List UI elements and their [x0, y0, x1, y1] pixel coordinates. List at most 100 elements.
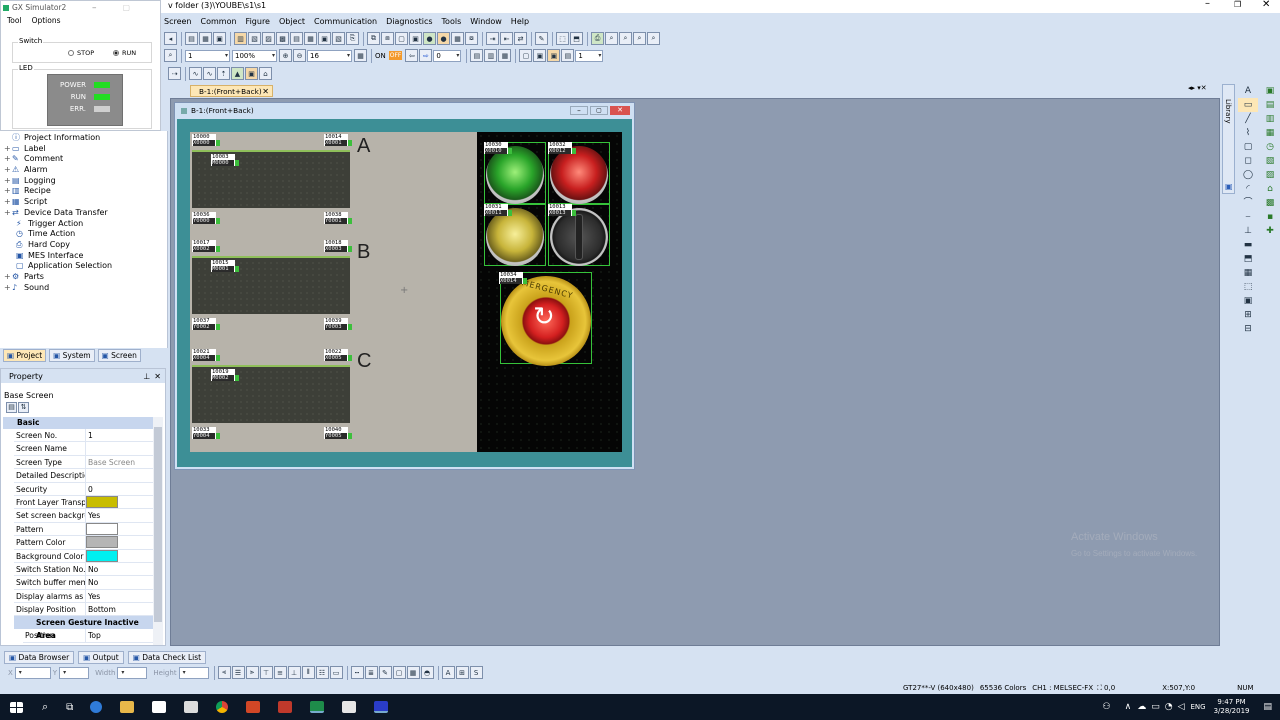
toolbar-button[interactable]: ⧉ — [367, 32, 380, 45]
property-scroll-thumb[interactable] — [154, 427, 162, 622]
pattern-icon[interactable]: ▦ — [406, 666, 420, 679]
device-tag[interactable]: 10032 X0012 — [548, 142, 576, 154]
menu-tools[interactable]: Tools — [442, 17, 462, 26]
toolbar-button[interactable]: ▢ — [395, 32, 408, 45]
align-bottom-icon[interactable]: ⊥ — [287, 666, 301, 679]
tree-item[interactable]: +▦ Script — [4, 197, 167, 208]
tree-expander[interactable]: + — [4, 154, 12, 165]
toolbar-button[interactable]: ⌕ — [647, 32, 660, 45]
device-tag[interactable]: 10015 M0001 — [211, 260, 239, 272]
simulator-menu-options[interactable]: Options — [32, 16, 61, 25]
toolbar-button[interactable]: ● — [423, 32, 436, 45]
tree-item[interactable]: +⚙ Parts — [4, 272, 167, 283]
toolbar-button[interactable]: ▤ — [290, 32, 303, 45]
menu-diagnostics[interactable]: Diagnostics — [386, 17, 432, 26]
screen-close-icon[interactable]: ✕ — [610, 106, 630, 115]
line-style-icon[interactable]: ┅ — [350, 666, 364, 679]
x-field[interactable] — [14, 666, 51, 679]
tray-chevron-icon[interactable]: ∧ — [1125, 702, 1132, 712]
device-tag[interactable]: 10000 X0000 — [192, 134, 220, 146]
task-view-icon[interactable]: ⧉ — [66, 702, 73, 713]
library-tab-label[interactable]: Library — [1224, 99, 1232, 123]
offset-select[interactable]: 0 — [433, 49, 462, 62]
toolbar-button[interactable]: ⧇ — [465, 32, 478, 45]
device-tag[interactable]: 10036 Y0000 — [192, 212, 220, 224]
object-tool-7-icon[interactable]: ⌂ — [1262, 182, 1278, 196]
device-tag[interactable]: 10003 M0000 — [211, 154, 239, 166]
chrome-icon[interactable] — [216, 701, 229, 713]
color-swatch[interactable] — [86, 522, 118, 535]
notifications-icon[interactable]: ▤ — [1263, 702, 1272, 712]
maximize-icon[interactable]: ❐ — [1234, 0, 1241, 9]
toolbar-button[interactable]: ⇄ — [514, 32, 527, 45]
property-section-gesture[interactable]: Screen Gesture Inactive Area — [14, 616, 153, 640]
tab-next-icon[interactable]: ▸ — [1192, 84, 1196, 92]
align-right-icon[interactable]: ⫸ — [245, 666, 259, 679]
stop-radio[interactable]: STOP — [68, 49, 94, 57]
same-size-icon[interactable]: ▭ — [329, 666, 343, 679]
toolbar-button[interactable]: ⌕ — [605, 32, 618, 45]
object-tool-9-icon[interactable]: ▪ — [1262, 210, 1278, 224]
device-tag[interactable]: 10034 X0014 — [499, 272, 527, 284]
frame-color-icon[interactable]: ▢ — [392, 666, 406, 679]
alphabetical-view-icon[interactable]: ⇅ — [18, 401, 29, 413]
mail-icon[interactable] — [184, 701, 199, 713]
figure-tool-16-icon[interactable]: ⊞ — [1238, 308, 1258, 322]
figure-tool-11-icon[interactable]: ▬ — [1238, 238, 1258, 252]
toolbar-button[interactable]: ✎ — [535, 32, 548, 45]
toolbar-button[interactable]: ▲ — [231, 67, 244, 80]
toolbar-button[interactable]: ▦ — [304, 32, 317, 45]
simulator-icon[interactable] — [342, 701, 357, 713]
toolbar-button[interactable]: ▤ — [185, 32, 198, 45]
device-tag[interactable]: 10037 Y0002 — [192, 318, 220, 330]
device-tag[interactable]: 10040 Y0005 — [324, 427, 352, 439]
run-radio[interactable]: RUN — [113, 49, 136, 57]
figure-tool-3-icon[interactable]: ⌇ — [1238, 126, 1258, 140]
tab-system[interactable]: ▣ System — [49, 349, 95, 362]
toolbar-button[interactable]: ▤ — [470, 49, 484, 62]
selector-knob[interactable] — [575, 214, 583, 260]
toolbar-button[interactable]: ⇡ — [217, 67, 230, 80]
toolbar-button[interactable]: ⇤ — [500, 32, 513, 45]
property-scrollbar[interactable] — [153, 417, 163, 645]
powerpoint-icon[interactable] — [246, 701, 261, 713]
simulator-menu-tool[interactable]: Tool — [7, 16, 22, 25]
figure-tool-6-icon[interactable]: ◯ — [1238, 168, 1258, 182]
library-pin-icon[interactable]: ▣ — [1225, 182, 1233, 191]
network-icon[interactable]: ◔ — [1165, 702, 1173, 712]
device-tag[interactable]: 10030 X0010 — [484, 142, 512, 154]
device-tag[interactable]: 10021 X0004 — [192, 349, 220, 361]
tree-item[interactable]: +⚠ Alarm — [4, 165, 167, 176]
onedrive-icon[interactable]: ☁ — [1137, 702, 1146, 712]
menu-common[interactable]: Common — [201, 17, 237, 26]
tree-item[interactable]: +▭ Label — [4, 144, 167, 155]
tree-item[interactable]: ⎙ Hard Copy — [4, 240, 167, 251]
toolbar-button[interactable]: ▥ — [484, 49, 498, 62]
property-value[interactable]: Yes — [86, 509, 153, 521]
figure-tool-12-icon[interactable]: ⬒ — [1238, 252, 1258, 266]
tree-expander[interactable]: + — [4, 197, 12, 208]
toolbar-button[interactable]: ∿ — [203, 67, 216, 80]
property-row[interactable]: Pattern Color — [14, 536, 153, 550]
bottom-tab[interactable]: ▣ Data Browser — [4, 650, 75, 664]
tree-expander[interactable]: + — [4, 283, 12, 294]
toolbar-button[interactable]: ⌕ — [619, 32, 632, 45]
figure-tool-5-icon[interactable]: ◻ — [1238, 154, 1258, 168]
toolbar-button[interactable]: ⎘ — [346, 32, 359, 45]
property-value[interactable]: No — [86, 563, 153, 575]
property-row[interactable]: Switch buffer mem No — [14, 576, 153, 590]
distribute-h-icon[interactable]: ⫴ — [301, 666, 315, 679]
toolbar-button[interactable]: ▦ — [498, 49, 512, 62]
toolbar-button[interactable]: ▦ — [451, 32, 464, 45]
object-tool-1-icon[interactable]: ▤ — [1262, 98, 1278, 112]
battery-icon[interactable]: ▭ — [1151, 702, 1160, 712]
tab-screen[interactable]: ▣ Screen — [97, 349, 141, 362]
bottom-tab[interactable]: ▣ Output — [78, 650, 124, 664]
line-width-icon[interactable]: ≣ — [364, 666, 378, 679]
toolbar-button[interactable]: ▣ — [245, 67, 258, 80]
toolbar-button[interactable]: ▣ — [409, 32, 422, 45]
gt-designer-icon[interactable] — [310, 701, 325, 713]
tree-expander[interactable]: + — [4, 144, 12, 155]
property-value[interactable]: 0 — [86, 483, 153, 495]
file-explorer-icon[interactable] — [120, 701, 135, 713]
